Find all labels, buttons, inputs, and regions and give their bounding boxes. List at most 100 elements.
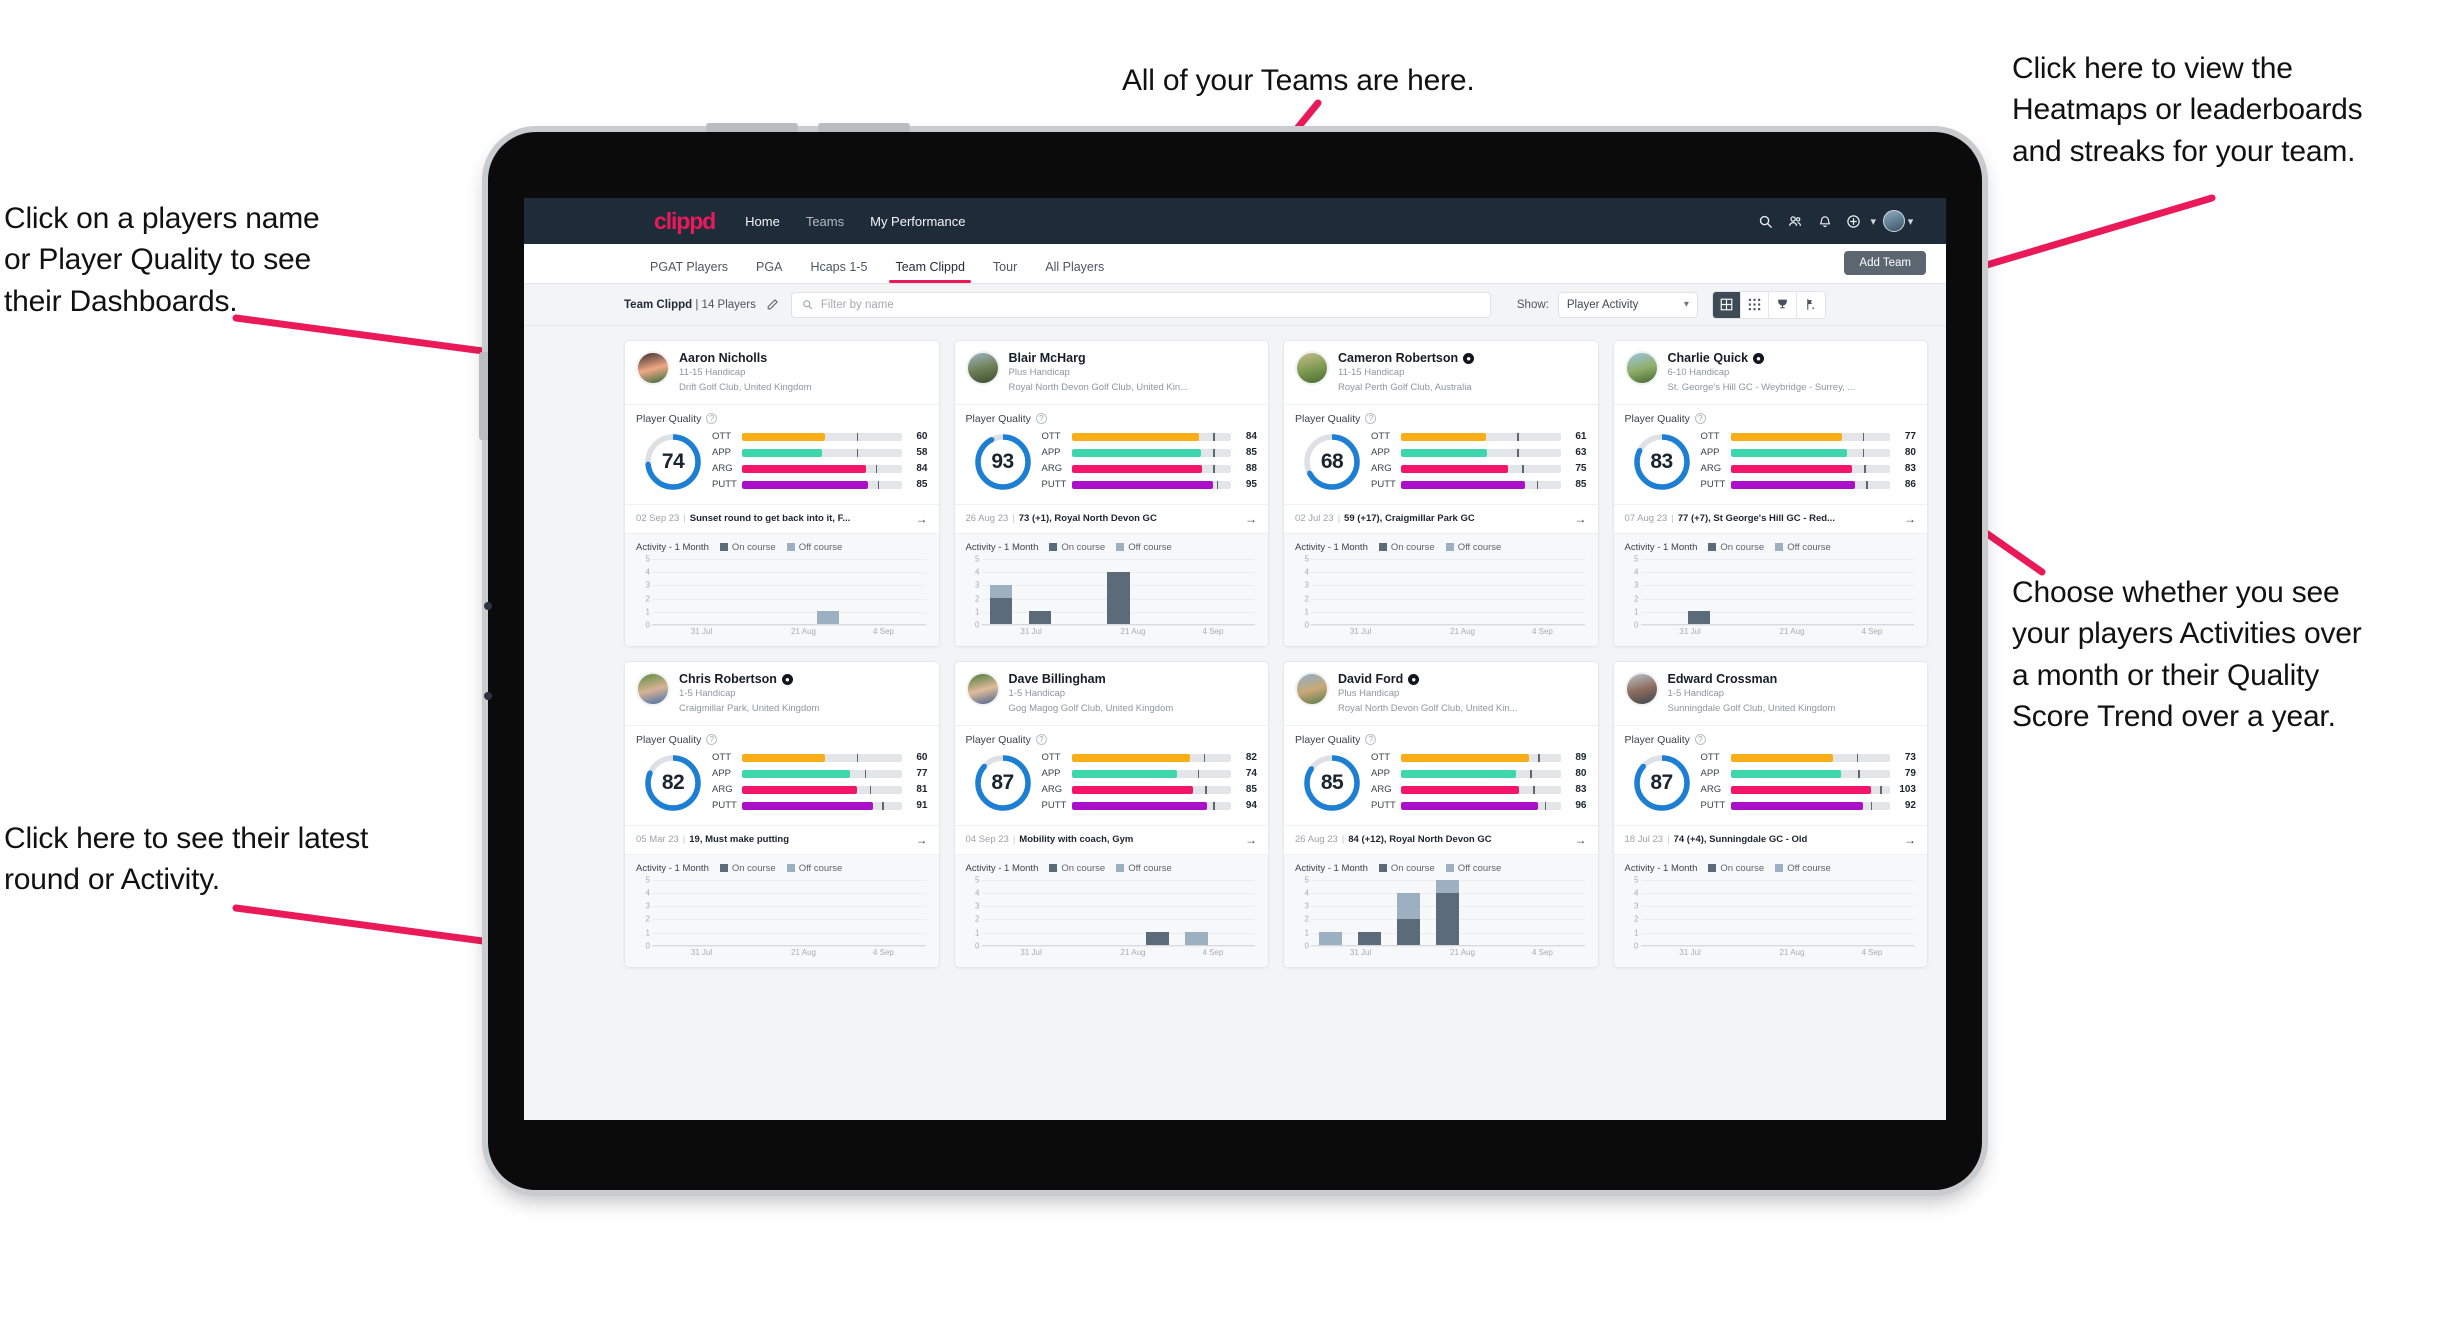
player-club: Royal North Devon Golf Club, United Kin.…	[1338, 703, 1518, 715]
tab-hcaps-1-5[interactable]: Hcaps 1-5	[796, 260, 881, 283]
nav-item-teams[interactable]: Teams	[806, 214, 844, 229]
latest-round-row[interactable]: 18 Jul 23 | 74 (+4), Sunningdale GC - Ol…	[1613, 824, 1927, 854]
help-icon[interactable]: ?	[1035, 734, 1047, 746]
player-card[interactable]: Chris Robertson ● 1-5 Handicap Craigmill…	[624, 660, 940, 968]
tab-team-clippd[interactable]: Team Clippd	[881, 260, 978, 283]
player-card[interactable]: Edward Crossman 1-5 Handicap Sunningdale…	[1612, 660, 1928, 968]
player-quality-section[interactable]: Player Quality ? 68 OTT 61 APP 63 ARG 75…	[1284, 403, 1598, 504]
player-name[interactable]: Chris Robertson ●	[679, 672, 819, 686]
tab-pgat-players[interactable]: PGAT Players	[636, 260, 742, 283]
round-date: 02 Sep 23	[636, 513, 680, 525]
arrow-right-icon[interactable]: →	[1245, 833, 1257, 847]
avatar[interactable]: ▾	[1876, 210, 1920, 232]
player-name[interactable]: Dave Billingham	[1009, 672, 1174, 686]
add-team-button[interactable]: Add Team	[1844, 251, 1926, 275]
chart-y-tick: 3	[1634, 580, 1639, 590]
player-name[interactable]: David Ford ●	[1338, 672, 1518, 686]
latest-round-row[interactable]: 02 Jul 23 | 59 (+17), Craigmillar Park G…	[1284, 503, 1598, 533]
help-icon[interactable]: ?	[1035, 413, 1047, 425]
legend-swatch-off-course	[786, 864, 795, 873]
player-name[interactable]: Aaron Nicholls	[679, 351, 812, 365]
tab-all-players[interactable]: All Players	[1031, 260, 1118, 283]
player-card-header[interactable]: Edward Crossman 1-5 Handicap Sunningdale…	[1614, 662, 1928, 725]
tab-tour[interactable]: Tour	[979, 260, 1031, 283]
arrow-right-icon[interactable]: →	[1245, 512, 1257, 526]
player-quality-section[interactable]: Player Quality ? 74 OTT 60 APP 58 ARG 84…	[625, 403, 939, 504]
player-card-header[interactable]: Dave Billingham 1-5 Handicap Gog Magog G…	[955, 662, 1269, 725]
volume-up-button[interactable]	[706, 123, 798, 132]
help-icon[interactable]: ?	[1365, 734, 1377, 746]
player-card-header[interactable]: David Ford ● Plus Handicap Royal North D…	[1284, 662, 1598, 725]
legend-on-course-label: On course	[1390, 862, 1435, 874]
arrow-right-icon[interactable]: →	[916, 833, 928, 847]
round-separator: |	[1341, 834, 1345, 846]
metric-label: ARG	[712, 463, 733, 475]
player-card[interactable]: David Ford ● Plus Handicap Royal North D…	[1283, 660, 1599, 968]
bell-icon[interactable]	[1810, 214, 1840, 229]
chart-y-tick: 4	[645, 567, 650, 577]
player-card-header[interactable]: Charlie Quick ● 6-10 Handicap St. George…	[1614, 341, 1928, 404]
latest-round-row[interactable]: 05 Mar 23 | 19, Must make putting →	[625, 824, 939, 854]
player-quality-section[interactable]: Player Quality ? 93 OTT 84 APP 85 ARG 88…	[954, 403, 1268, 504]
help-icon[interactable]: ?	[706, 734, 718, 746]
latest-round-row[interactable]: 04 Sep 23 | Mobility with coach, Gym →	[954, 824, 1268, 854]
grid-large-icon[interactable]	[1712, 291, 1741, 318]
latest-round-row[interactable]: 02 Sep 23 | Sunset round to get back int…	[625, 503, 939, 533]
player-quality-section[interactable]: Player Quality ? 87 OTT 73 APP 79 ARG 10…	[1613, 724, 1927, 825]
help-icon[interactable]: ?	[1694, 413, 1706, 425]
nav-item-my-performance[interactable]: My Performance	[870, 214, 965, 229]
latest-round-row[interactable]: 26 Aug 23 | 73 (+1), Royal North Devon G…	[954, 503, 1268, 533]
player-card[interactable]: Blair McHarg Plus Handicap Royal North D…	[953, 340, 1269, 647]
flag-icon[interactable]	[1797, 292, 1825, 318]
metric-benchmark-tick	[1538, 753, 1540, 762]
tab-pga[interactable]: PGA	[742, 260, 796, 283]
show-select[interactable]: Player Activity ▾	[1557, 291, 1698, 318]
arrow-right-icon[interactable]: →	[1575, 512, 1587, 526]
help-icon[interactable]: ?	[706, 413, 718, 425]
player-name[interactable]: Cameron Robertson ●	[1338, 351, 1475, 365]
arrow-right-icon[interactable]: →	[916, 512, 928, 526]
player-quality-section[interactable]: Player Quality ? 83 OTT 77 APP 80 ARG 83…	[1613, 403, 1927, 504]
clippd-logo[interactable]: clippd	[654, 208, 716, 235]
player-name-text: Cameron Robertson	[1338, 351, 1459, 365]
player-card[interactable]: Aaron Nicholls 11-15 Handicap Drift Golf…	[624, 340, 940, 647]
chart-slot	[847, 559, 886, 624]
player-card-header[interactable]: Blair McHarg Plus Handicap Royal North D…	[955, 341, 1269, 404]
metric-benchmark-tick	[1862, 432, 1865, 441]
volume-down-button[interactable]	[818, 123, 910, 132]
player-name[interactable]: Blair McHarg	[1009, 351, 1189, 365]
search-icon[interactable]	[1750, 214, 1780, 229]
help-icon[interactable]: ?	[1694, 734, 1706, 746]
player-card-header[interactable]: Aaron Nicholls 11-15 Handicap Drift Golf…	[625, 341, 939, 404]
trophy-icon[interactable]	[1769, 291, 1797, 318]
player-name[interactable]: Edward Crossman	[1668, 672, 1836, 686]
player-name[interactable]: Charlie Quick ●	[1668, 351, 1856, 365]
player-club: Royal North Devon Golf Club, United Kin.…	[1008, 382, 1189, 394]
player-card-header[interactable]: Cameron Robertson ● 11-15 Handicap Royal…	[1284, 341, 1598, 404]
add-circle-icon[interactable]: ▾	[1840, 214, 1876, 229]
player-card-header[interactable]: Chris Robertson ● 1-5 Handicap Craigmill…	[625, 662, 939, 725]
latest-round-row[interactable]: 07 Aug 23 | 77 (+7), St George's Hill GC…	[1613, 503, 1927, 533]
player-quality-section[interactable]: Player Quality ? 85 OTT 89 APP 80 ARG 83…	[1284, 724, 1598, 825]
chart-y-tick: 4	[1304, 567, 1309, 577]
player-card[interactable]: Dave Billingham 1-5 Handicap Gog Magog G…	[953, 660, 1269, 968]
player-quality-section[interactable]: Player Quality ? 87 OTT 82 APP 74 ARG 85…	[954, 724, 1268, 825]
player-card[interactable]: Cameron Robertson ● 11-15 Handicap Royal…	[1283, 340, 1599, 647]
arrow-right-icon[interactable]: →	[1575, 833, 1587, 847]
people-icon[interactable]	[1780, 214, 1810, 229]
grid-dense-icon[interactable]	[1741, 291, 1769, 318]
power-button[interactable]	[479, 352, 488, 440]
player-card[interactable]: Charlie Quick ● 6-10 Handicap St. George…	[1612, 340, 1928, 647]
pencil-icon[interactable]	[766, 298, 779, 311]
nav-item-home[interactable]: Home	[745, 214, 780, 229]
arrow-right-icon[interactable]: →	[1904, 833, 1916, 847]
arrow-right-icon[interactable]: →	[1904, 512, 1916, 526]
latest-round-row[interactable]: 26 Aug 23 | 84 (+12), Royal North Devon …	[1284, 824, 1598, 854]
annotation-activity-toggle: Choose whether you see your players Acti…	[2012, 576, 2362, 734]
help-icon[interactable]: ?	[1365, 413, 1377, 425]
player-quality-section[interactable]: Player Quality ? 82 OTT 60 APP 77 ARG 81…	[625, 724, 939, 825]
metric-row: PUTT 95	[1042, 478, 1258, 492]
metric-label: OTT	[1700, 752, 1720, 764]
search-input[interactable]: Filter by name	[790, 291, 1491, 318]
player-quality-body: 93 OTT 84 APP 85 ARG 88 PUTT 95	[966, 430, 1258, 494]
